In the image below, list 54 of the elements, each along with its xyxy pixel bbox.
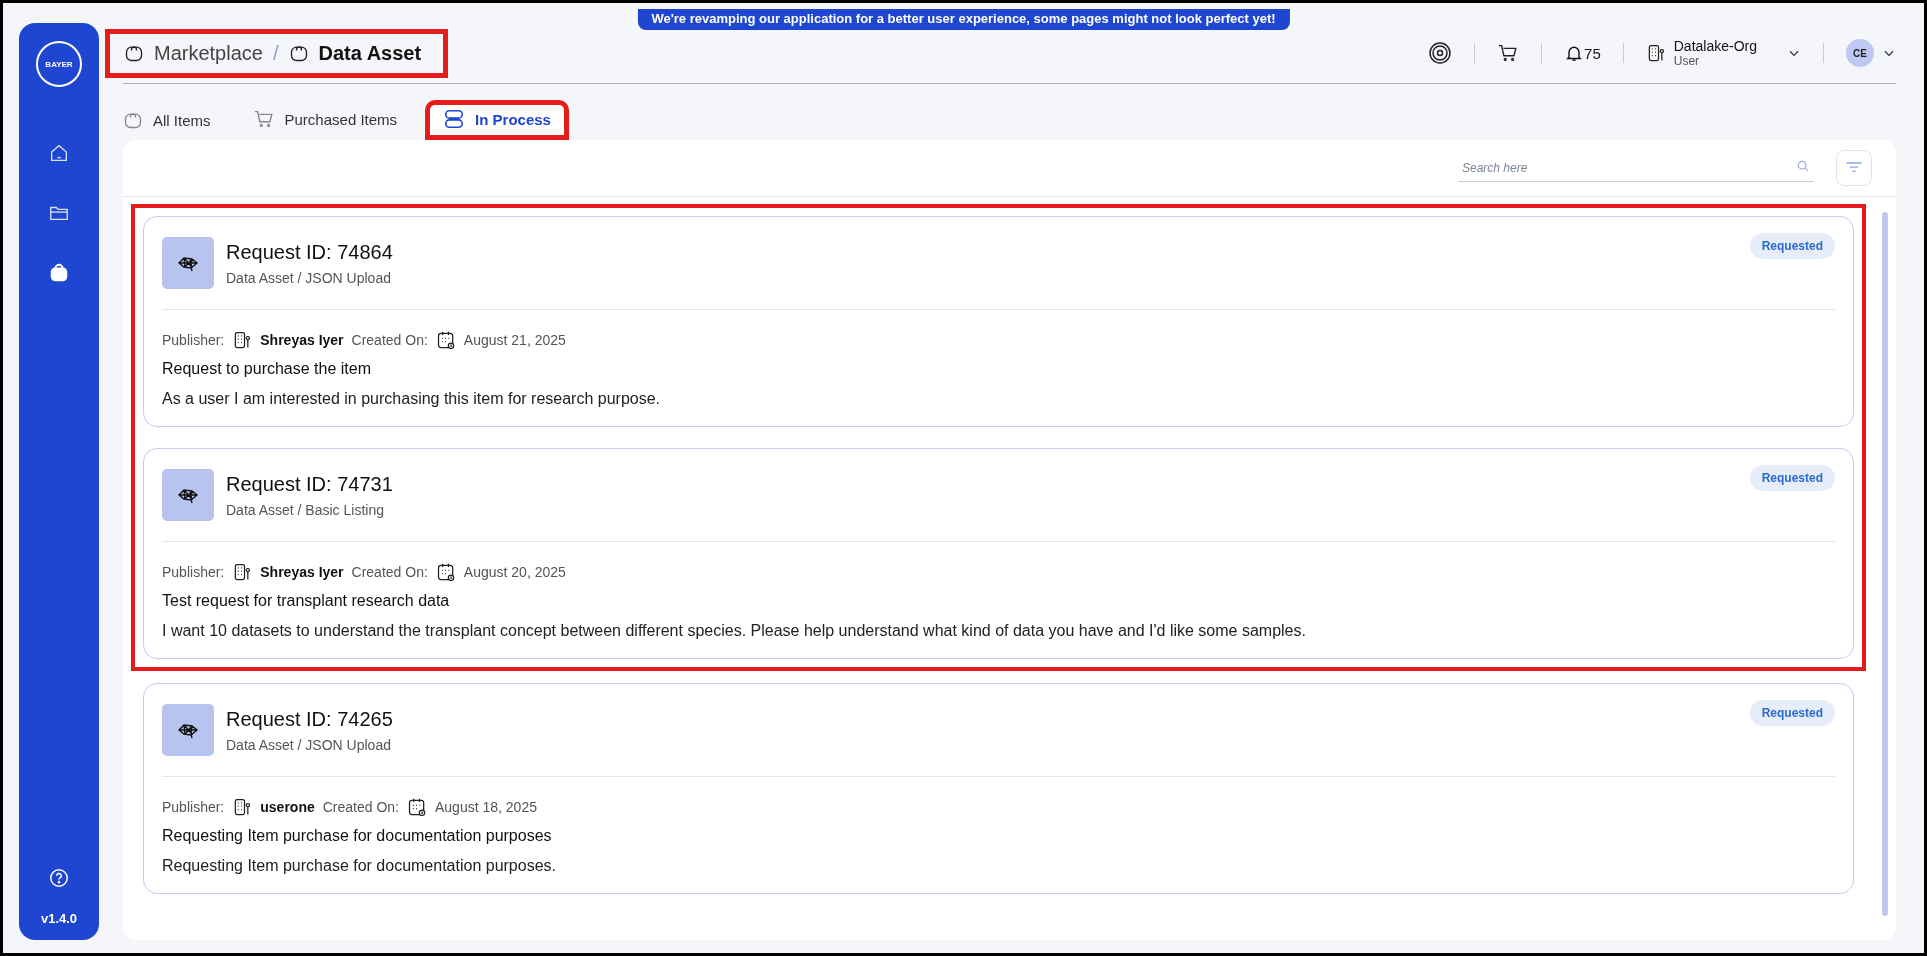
network-icon [162, 237, 214, 289]
logo: BAYER [36, 41, 82, 87]
calendar-icon [435, 330, 456, 350]
request-title: Request ID: 74731 [226, 472, 394, 496]
org-role: User [1673, 54, 1701, 68]
breadcrumb-item: Data Asset [318, 41, 422, 65]
status-badge: Requested [1749, 233, 1835, 259]
notification-count: 75 [1584, 44, 1601, 62]
request-title: Request ID: 74265 [226, 707, 394, 731]
search-field[interactable]: Search here [1460, 159, 1796, 176]
help-icon[interactable] [48, 867, 70, 889]
request-description: I want 10 datasets to understand the transplant concept between different species. Please help understand what kind of data you have and I'd like some samples. [162, 622, 1307, 640]
request-description: Requesting Item purchase for documentation purposes. [162, 857, 557, 875]
publisher-label: Publisher: [162, 332, 225, 348]
request-category: Data Asset / Basic Listing [226, 501, 385, 518]
calendar-icon [435, 562, 456, 582]
network-icon [162, 704, 214, 756]
building-icon [232, 330, 253, 350]
cart-icon [252, 108, 275, 130]
publisher-name: Shreyas Iyer [260, 564, 344, 580]
created-label: Created On: [351, 564, 428, 580]
publisher-label: Publisher: [162, 799, 225, 815]
created-date: August 21, 2025 [463, 332, 566, 348]
calendar-icon [407, 797, 427, 817]
tab[interactable]: In Process [425, 100, 569, 140]
settings-icon[interactable] [1428, 41, 1453, 65]
org-name: Datalake-Org [1673, 38, 1757, 54]
announcement-banner: We're revamping our application for a better user experience, some pages might not look perfect yet! [637, 9, 1290, 30]
building-icon [232, 797, 253, 817]
request-heading: Requesting Item purchase for documentation purposes [162, 827, 553, 845]
publisher-name: userone [260, 799, 315, 815]
request-category: Data Asset / JSON Upload [226, 736, 392, 753]
created-date: August 18, 2025 [435, 799, 537, 815]
tab[interactable]: Purchased Items [238, 100, 412, 140]
breadcrumb-separator: / [272, 41, 279, 65]
version-label: v1.4.0 [40, 911, 78, 926]
status-badge: Requested [1749, 465, 1835, 491]
created-date: August 20, 2025 [463, 564, 566, 580]
request-heading: Request to purchase the item [162, 360, 372, 378]
created-label: Created On: [322, 799, 399, 815]
breadcrumb-item[interactable]: Marketplace [154, 41, 263, 65]
publisher-name: Shreyas Iyer [260, 332, 344, 348]
publisher-label: Publisher: [162, 564, 225, 580]
created-label: Created On: [351, 332, 428, 348]
pills-icon [443, 108, 466, 130]
user-avatar[interactable]: CE [1846, 39, 1874, 67]
request-category: Data Asset / JSON Upload [226, 269, 392, 286]
tab[interactable]: All Items [109, 102, 225, 140]
request-title: Request ID: 74864 [226, 240, 394, 264]
network-icon [162, 469, 214, 521]
request-description: As a user I am interested in purchasing this item for research purpose. [162, 390, 661, 408]
status-badge: Requested [1749, 700, 1835, 726]
request-heading: Test request for transplant research data [162, 592, 451, 610]
building-icon [232, 562, 253, 582]
